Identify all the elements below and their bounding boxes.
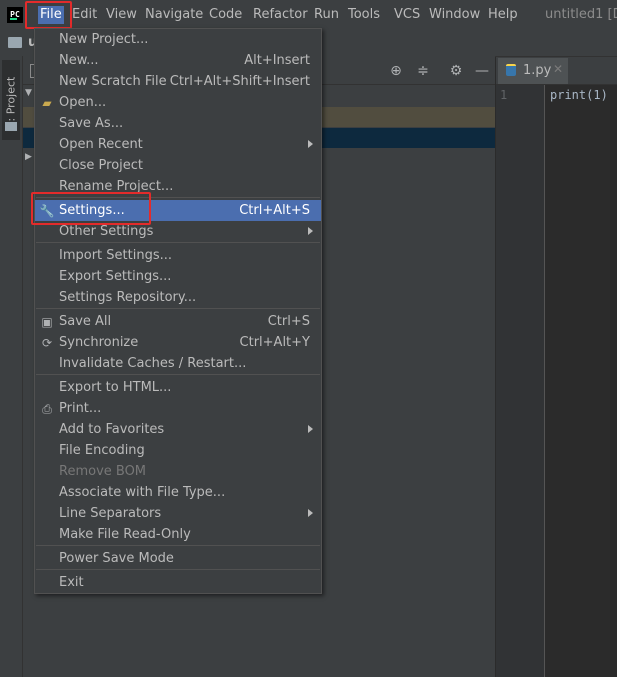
menu-run[interactable]: Run — [312, 6, 341, 24]
save-icon: ▣ — [41, 315, 53, 329]
code-editor[interactable]: print(1) — [545, 85, 617, 677]
menu-item-new[interactable]: New... Alt+Insert — [35, 50, 321, 71]
menu-item-power-save-mode[interactable]: Power Save Mode — [35, 548, 321, 569]
minimize-icon[interactable]: — — [474, 63, 490, 79]
menu-item-import-settings[interactable]: Import Settings... — [35, 245, 321, 266]
gear-icon[interactable]: ⚙ — [448, 63, 464, 79]
menu-item-close-project[interactable]: Close Project — [35, 155, 321, 176]
menu-item-add-to-favorites[interactable]: Add to Favorites — [35, 419, 321, 440]
menu-vcs[interactable]: VCS — [392, 6, 422, 24]
tool-window-strip — [0, 56, 23, 677]
editor-gutter: 1 — [496, 85, 545, 677]
submenu-arrow-icon — [308, 425, 313, 433]
print-icon: ⎙ — [42, 402, 52, 416]
menu-view[interactable]: View — [104, 6, 139, 24]
menu-item-file-encoding[interactable]: File Encoding — [35, 440, 321, 461]
menu-separator — [36, 308, 320, 309]
file-menu-dropdown: New Project... New... Alt+Insert New Scra… — [34, 28, 322, 594]
project-tab-label: 1: Project — [4, 76, 18, 129]
menu-item-associate-file-type[interactable]: Associate with File Type... — [35, 482, 321, 503]
menu-item-invalidate-caches[interactable]: Invalidate Caches / Restart... — [35, 353, 321, 374]
menu-help[interactable]: Help — [486, 6, 520, 24]
menu-code[interactable]: Code — [207, 6, 244, 24]
menu-separator — [36, 545, 320, 546]
menu-item-save-all[interactable]: ▣ Save All Ctrl+S — [35, 311, 321, 332]
folder-icon — [8, 37, 22, 48]
annotation-box-file — [25, 1, 72, 29]
line-number: 1 — [500, 88, 508, 102]
menu-item-open[interactable]: ▰ Open... — [35, 92, 321, 113]
menu-item-print[interactable]: ⎙ Print... — [35, 398, 321, 419]
menu-item-remove-bom: Remove BOM — [59, 464, 147, 479]
menu-item-save-as[interactable]: Save As... — [35, 113, 321, 134]
menu-item-new-scratch-file[interactable]: New Scratch File Ctrl+Alt+Shift+Insert — [35, 71, 321, 92]
menu-item-synchronize[interactable]: ⟳ Synchronize Ctrl+Alt+Y — [35, 332, 321, 353]
menu-item-export-settings[interactable]: Export Settings... — [35, 266, 321, 287]
menu-tools[interactable]: Tools — [346, 6, 382, 24]
menu-item-line-separators[interactable]: Line Separators — [35, 503, 321, 524]
editor-tab[interactable]: 1.py ✕ — [498, 58, 568, 84]
folder-icon — [5, 122, 17, 131]
pycharm-logo-icon: PC — [7, 7, 23, 23]
menu-separator — [36, 374, 320, 375]
menu-window[interactable]: Window — [427, 6, 482, 24]
editor-tab-label: 1.py — [523, 63, 552, 78]
submenu-arrow-icon — [308, 140, 313, 148]
close-tab-icon[interactable]: ✕ — [553, 62, 563, 76]
folder-open-icon: ▰ — [42, 96, 52, 110]
collapse-arrow-icon[interactable]: ▶ — [25, 152, 32, 162]
window-title: untitled1 [D:\ — [545, 7, 617, 22]
python-file-icon — [506, 64, 516, 76]
sync-icon: ⟳ — [41, 336, 53, 350]
menu-item-exit[interactable]: Exit — [35, 572, 321, 593]
annotation-box-settings — [31, 192, 151, 225]
menu-edit[interactable]: Edit — [70, 6, 99, 24]
submenu-arrow-icon — [308, 227, 313, 235]
menu-navigate[interactable]: Navigate — [143, 6, 205, 24]
menu-separator — [36, 242, 320, 243]
locate-icon[interactable]: ⊕ — [388, 63, 404, 79]
menu-item-export-to-html[interactable]: Export to HTML... — [35, 377, 321, 398]
menu-item-open-recent[interactable]: Open Recent — [35, 134, 321, 155]
submenu-arrow-icon — [308, 509, 313, 517]
menu-separator — [36, 569, 320, 570]
expand-arrow-icon[interactable]: ▼ — [25, 88, 32, 98]
menu-item-settings-repository[interactable]: Settings Repository... — [35, 287, 321, 308]
menu-item-make-read-only[interactable]: Make File Read-Only — [35, 524, 321, 545]
code-line: print(1) — [550, 88, 608, 102]
menu-item-new-project[interactable]: New Project... — [35, 29, 321, 50]
menu-refactor[interactable]: Refactor — [251, 6, 310, 24]
collapse-all-icon[interactable]: ≑ — [415, 63, 431, 79]
